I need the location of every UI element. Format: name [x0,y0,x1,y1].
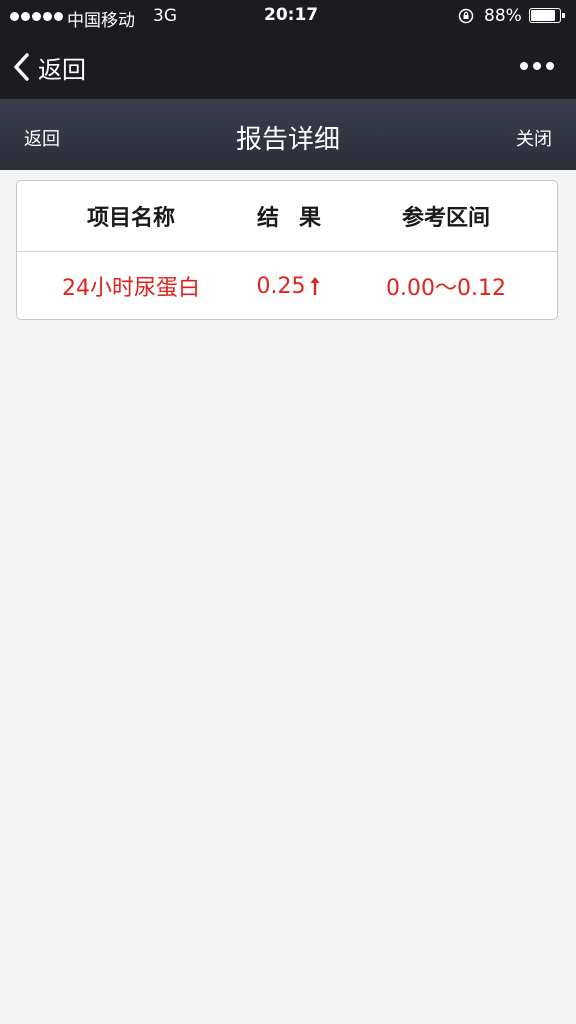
result-cell: 0.25 [225,252,353,319]
column-header-item-name: 项目名称 [86,206,175,231]
battery-icon [529,8,565,23]
more-menu-button[interactable] [520,53,554,79]
page-title: 报告详细 [235,125,340,155]
nav-back-label: 返回 [38,55,86,84]
chevron-left-icon [14,53,29,81]
column-header-reference-range: 参考区间 [401,206,490,231]
carrier-name: 中国移动 [67,11,135,31]
more-dots-icon [520,62,528,70]
report-table: 项目名称 结果 参考区间 24小时尿蛋白 0.25 0.00～0.12 [16,180,558,320]
item-name-cell: 24小时尿蛋白 [62,276,200,301]
result-value: 0.25 [256,273,306,299]
nav-back-button[interactable]: 返回 [12,49,86,85]
up-arrow-icon [310,277,320,295]
network-type: 3G [153,6,177,26]
close-button[interactable]: 关闭 [516,125,552,151]
orientation-lock-icon [458,8,474,24]
signal-strength-icon [10,12,63,21]
page-header: 返回 报告详细 关闭 [0,99,576,170]
status-bar: 中国移动 3G 20:17 88% [0,0,576,33]
table-row: 24小时尿蛋白 0.25 0.00～0.12 [17,252,557,319]
reference-range-cell: 0.00～0.12 [386,276,506,301]
navigation-bar: 返回 [0,33,576,99]
more-dot [533,62,541,70]
more-dot [546,62,554,70]
status-time: 20:17 [264,5,319,25]
battery-percent: 88% [484,6,522,26]
column-header-result: 结果 [256,206,341,231]
table-header-row: 项目名称 结果 参考区间 [17,181,557,252]
